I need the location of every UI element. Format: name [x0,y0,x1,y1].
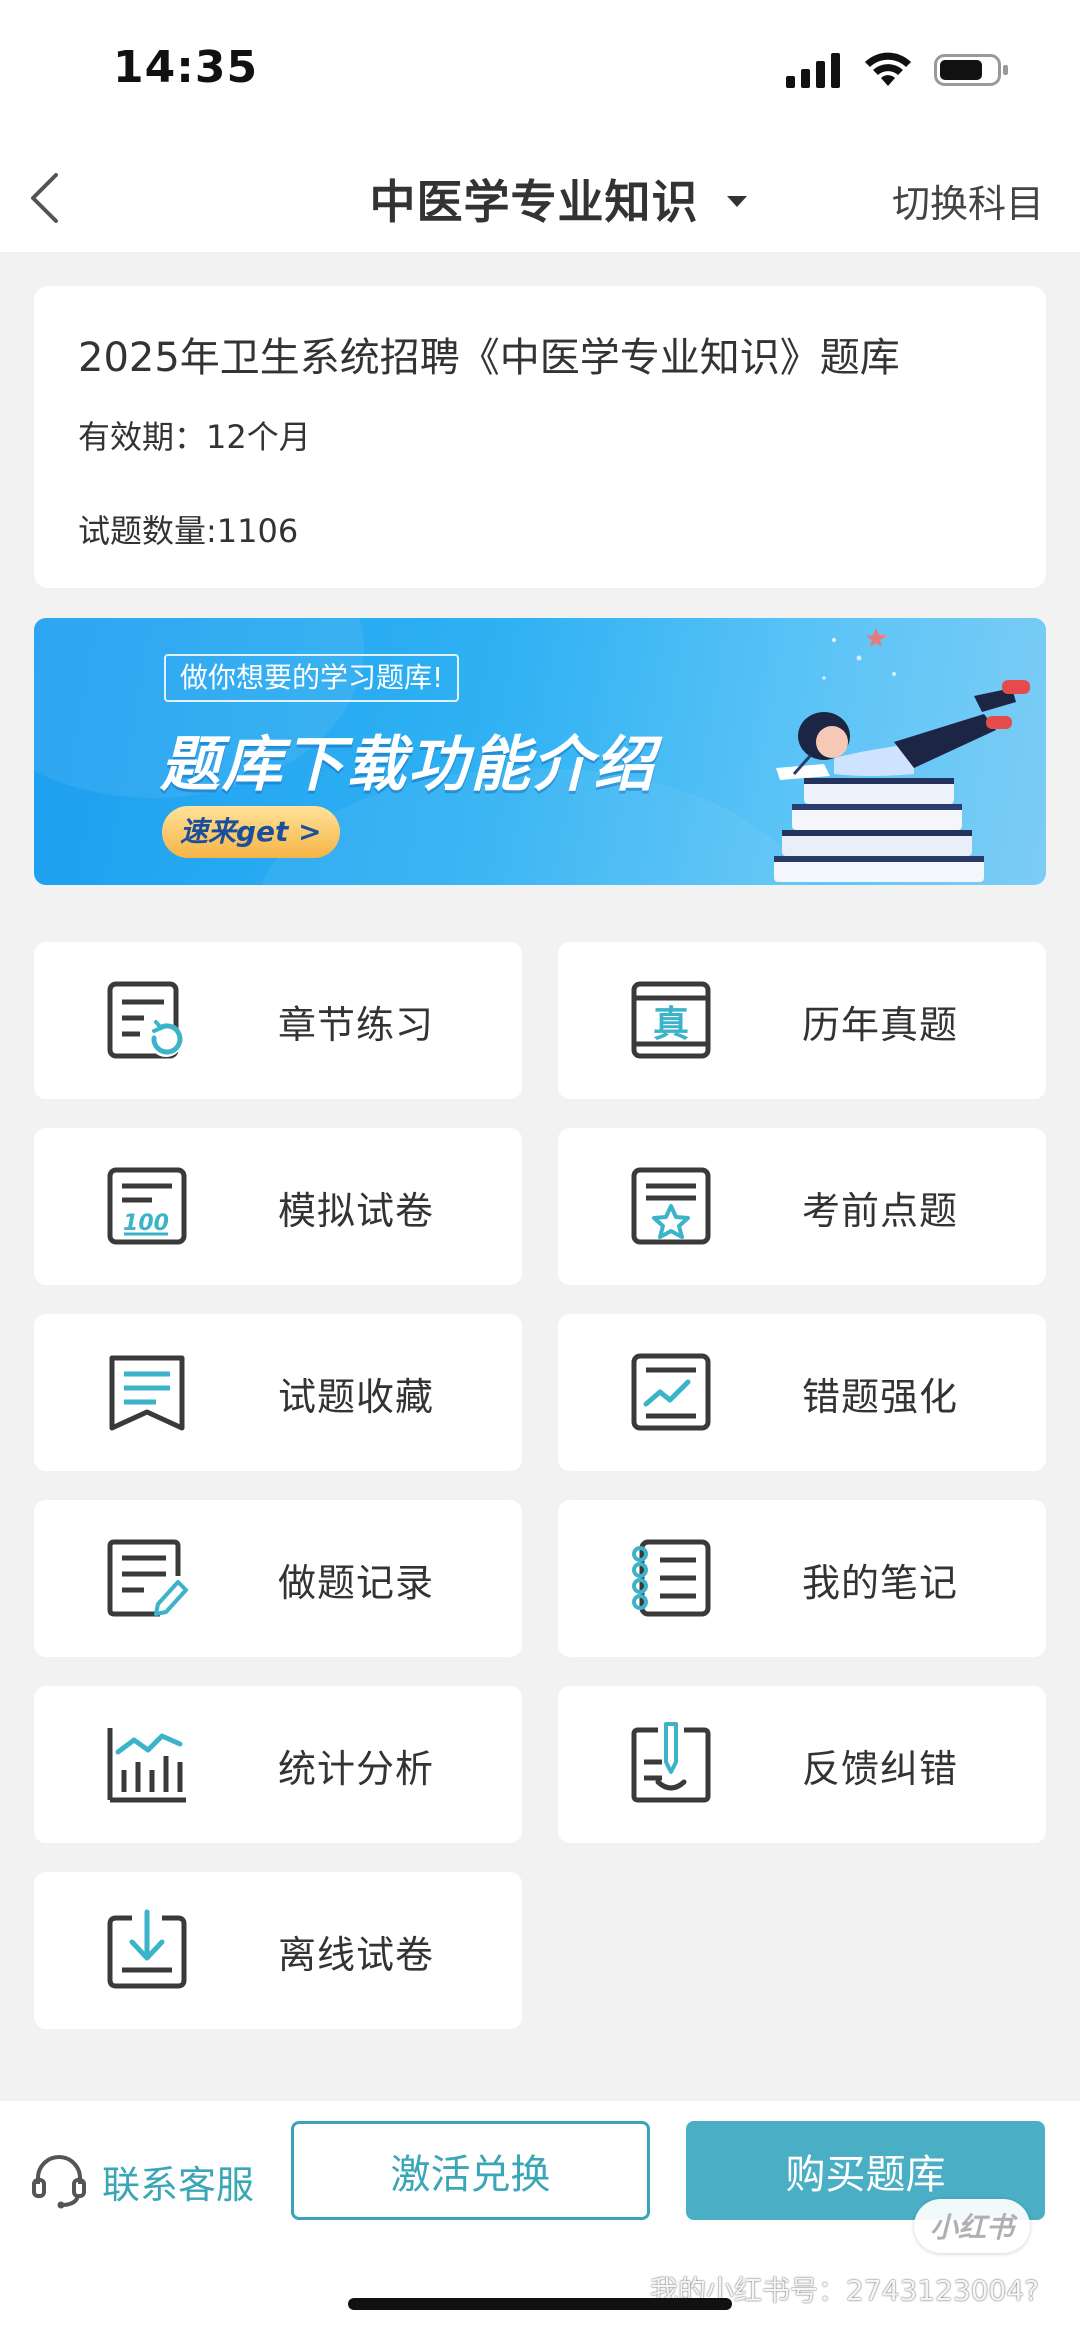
menu-item-notes[interactable]: 我的笔记 [558,1500,1046,1657]
status-icons [786,50,1010,90]
question-bank-info-card: 2025年卫生系统招聘《中医学专业知识》题库 有效期：12个月 试题数量:110… [34,286,1046,588]
status-bar: 14:35 [0,0,1080,145]
cellular-signal-icon [786,53,840,88]
wrong-questions-icon [631,1353,711,1431]
student-reading-illustration [774,628,1030,882]
menu-item-label: 错题强化 [802,1375,959,1419]
menu-item-wrong-questions[interactable]: 错题强化 [558,1314,1046,1471]
menu-item-feedback[interactable]: 反馈纠错 [558,1686,1046,1843]
switch-subject-button[interactable]: 切换科目 [892,173,1044,228]
banner-tag: 做你想要的学习题库! [164,654,460,702]
menu-item-label: 考前点题 [802,1189,959,1233]
favorites-icon [109,1355,185,1431]
battery-icon [934,54,1008,86]
banner-cta-button[interactable]: 速来get > [162,806,340,858]
activate-redeem-button[interactable]: 激活兑换 [291,2121,650,2220]
xiaohongshu-badge: 小红书 [914,2199,1030,2253]
menu-item-label: 章节练习 [278,1003,435,1047]
menu-item-label: 统计分析 [278,1747,435,1791]
menu-item-statistics[interactable]: 统计分析 [34,1686,522,1843]
svg-text:100: 100 [123,1211,169,1236]
practice-record-icon [107,1539,188,1617]
headset-icon [32,2155,86,2209]
menu-item-chapter-practice[interactable]: 章节练习 [34,942,522,1099]
page-title: 中医学专业知识 [369,174,699,229]
past-exams-icon: 真 [631,981,711,1059]
validity-period: 有效期：12个月 [78,418,311,456]
menu-item-mock-exam[interactable]: 100 模拟试卷 [34,1128,522,1285]
menu-item-label: 我的笔记 [802,1561,959,1605]
customer-service-label: 联系客服 [102,2162,255,2207]
menu-item-label: 离线试卷 [278,1933,435,1977]
caret-down-icon [726,196,747,207]
offline-download-icon [107,1909,187,1989]
menu-item-offline-exam[interactable]: 离线试卷 [34,1872,522,2029]
bottom-action-bar: 联系客服 激活兑换 购买题库 小红书 我的小红书号：2743123004? [0,2101,1080,2337]
key-questions-icon [631,1167,711,1245]
menu-item-favorites[interactable]: 试题收藏 [34,1314,522,1471]
mock-exam-icon: 100 [107,1167,187,1245]
wifi-icon [865,52,911,86]
menu-item-past-exams[interactable]: 真 历年真题 [558,942,1046,1099]
menu-item-label: 做题记录 [278,1561,435,1605]
notes-icon [632,1539,711,1617]
statistics-icon [107,1728,186,1803]
svg-text:真: 真 [653,1004,689,1045]
menu-item-label: 试题收藏 [278,1375,435,1419]
menu-item-key-questions[interactable]: 考前点题 [558,1128,1046,1285]
menu-item-practice-record[interactable]: 做题记录 [34,1500,522,1657]
question-count: 试题数量:1106 [78,512,299,550]
customer-service-button[interactable]: 联系客服 [30,2141,254,2221]
question-bank-title: 2025年卫生系统招聘《中医学专业知识》题库 [78,335,900,381]
menu-item-label: 模拟试卷 [278,1189,435,1233]
nav-bar: 中医学专业知识 切换科目 [0,145,1080,252]
download-feature-banner[interactable]: 做你想要的学习题库! 题库下载功能介绍 速来get > [34,618,1046,885]
banner-headline: 题库下载功能介绍 [160,730,656,800]
menu-item-label: 历年真题 [802,1003,959,1047]
feedback-icon [631,1722,711,1803]
menu-item-label: 反馈纠错 [802,1747,959,1791]
home-indicator[interactable] [348,2298,732,2310]
chapter-practice-icon [107,981,183,1059]
status-time: 14:35 [113,42,259,93]
